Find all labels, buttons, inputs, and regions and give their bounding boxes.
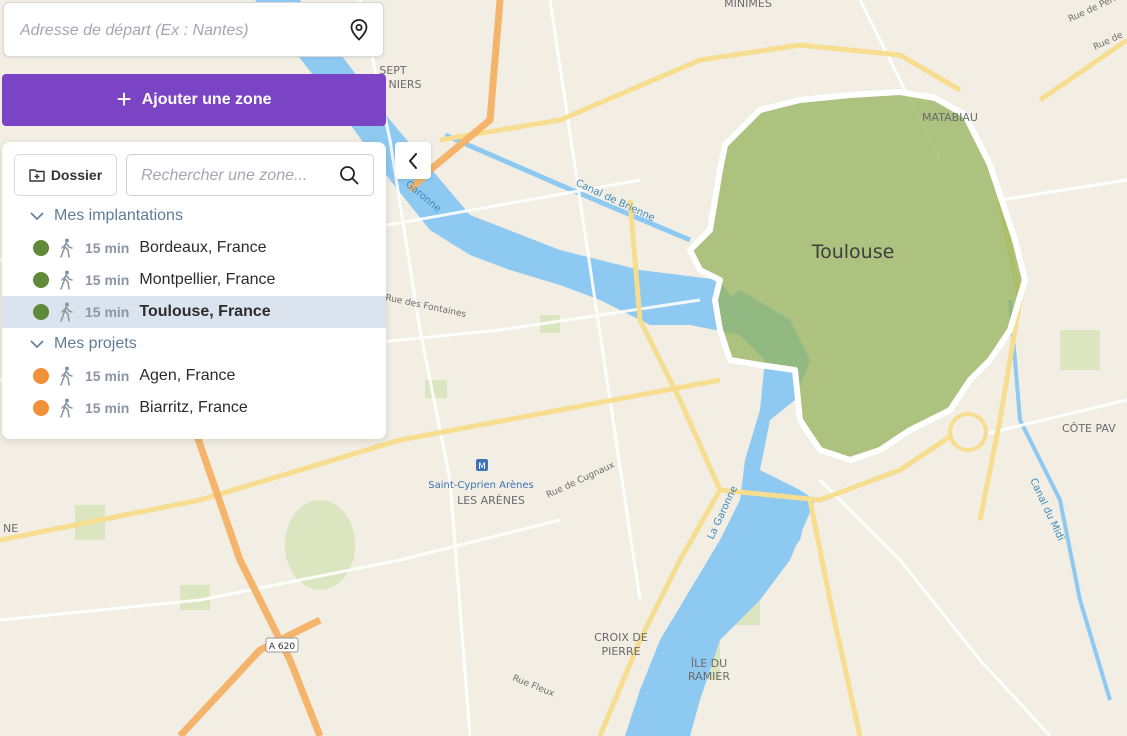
start-address-search[interactable] <box>3 2 384 58</box>
map-pin-icon[interactable] <box>349 19 369 41</box>
map-label-minimes: MINIMES <box>724 0 772 10</box>
map-label-matabiau: MATABIAU <box>922 111 978 124</box>
group-header-implantations[interactable]: Mes implantations <box>2 201 386 231</box>
zone-row-agen[interactable]: 15 min Agen, France <box>2 360 386 392</box>
folder-button-label: Dossier <box>50 167 103 183</box>
plus-icon: + <box>116 83 132 114</box>
svg-text:A 620: A 620 <box>269 642 295 652</box>
walking-icon <box>60 302 73 322</box>
status-dot <box>33 240 49 256</box>
group-header-projets[interactable]: Mes projets <box>2 329 386 359</box>
map-label-deniers: NIERS <box>388 78 421 91</box>
travel-time: 15 min <box>85 368 130 384</box>
walking-icon <box>60 270 73 290</box>
walking-icon <box>60 238 73 258</box>
chevron-down-icon <box>22 211 52 221</box>
walking-icon <box>60 366 73 386</box>
add-zone-button[interactable]: + Ajouter une zone <box>2 74 386 126</box>
zone-city: Montpellier, France <box>139 271 276 288</box>
zone-city: Agen, France <box>139 367 236 384</box>
status-dot <box>33 304 49 320</box>
map-zone-label: Toulouse <box>811 241 895 263</box>
start-address-input[interactable] <box>18 3 342 58</box>
zone-city: Biarritz, France <box>139 399 248 416</box>
search-icon[interactable] <box>339 165 359 185</box>
add-zone-label: Ajouter une zone <box>141 91 272 108</box>
folder-button[interactable]: Dossier <box>14 154 117 196</box>
map-label-pierre: PIERRE <box>601 645 640 658</box>
travel-time: 15 min <box>85 272 130 288</box>
travel-time: 15 min <box>85 304 130 320</box>
zone-row-bordeaux[interactable]: 15 min Bordeaux, France <box>2 232 386 264</box>
map-label-ile-du: ÎLE DU <box>690 657 727 670</box>
map-label-ramier: RAMIER <box>688 670 730 683</box>
group-title: Mes projets <box>54 335 137 352</box>
map-label-croix-de: CROIX DE <box>594 631 648 644</box>
walking-icon <box>60 398 73 418</box>
travel-time: 15 min <box>85 240 130 256</box>
zone-city: Toulouse, France <box>139 303 271 320</box>
map-label-cote-pav: CÔTE PAV <box>1062 422 1116 435</box>
status-dot <box>33 368 49 384</box>
chevron-down-icon <box>22 339 52 349</box>
highway-shield-a620: A 620 <box>265 637 299 653</box>
map-label-saint-cyprien: Saint-Cyprien Arènes <box>428 479 534 491</box>
metro-station-icon: M <box>476 459 488 472</box>
map-label-ne: NE <box>3 522 18 535</box>
travel-time: 15 min <box>85 400 130 416</box>
zone-search-input[interactable] <box>139 155 333 197</box>
zone-row-toulouse[interactable]: 15 min Toulouse, France <box>2 296 386 328</box>
zone-row-biarritz[interactable]: 15 min Biarritz, France <box>2 392 386 424</box>
roundabout <box>948 412 988 452</box>
zone-row-montpellier[interactable]: 15 min Montpellier, France <box>2 264 386 296</box>
zone-search[interactable] <box>126 154 374 197</box>
chevron-left-icon <box>409 152 417 169</box>
collapse-panel-button[interactable] <box>395 142 431 179</box>
map-label-les-arenes: LES ARÈNES <box>457 494 525 507</box>
status-dot <box>33 400 49 416</box>
folder-add-icon <box>29 169 45 182</box>
zones-panel: Dossier Mes implantations 15 min Bordeau… <box>2 142 386 439</box>
svg-text:M: M <box>478 462 486 472</box>
zone-city: Bordeaux, France <box>139 239 267 256</box>
group-title: Mes implantations <box>54 207 183 224</box>
status-dot <box>33 272 49 288</box>
